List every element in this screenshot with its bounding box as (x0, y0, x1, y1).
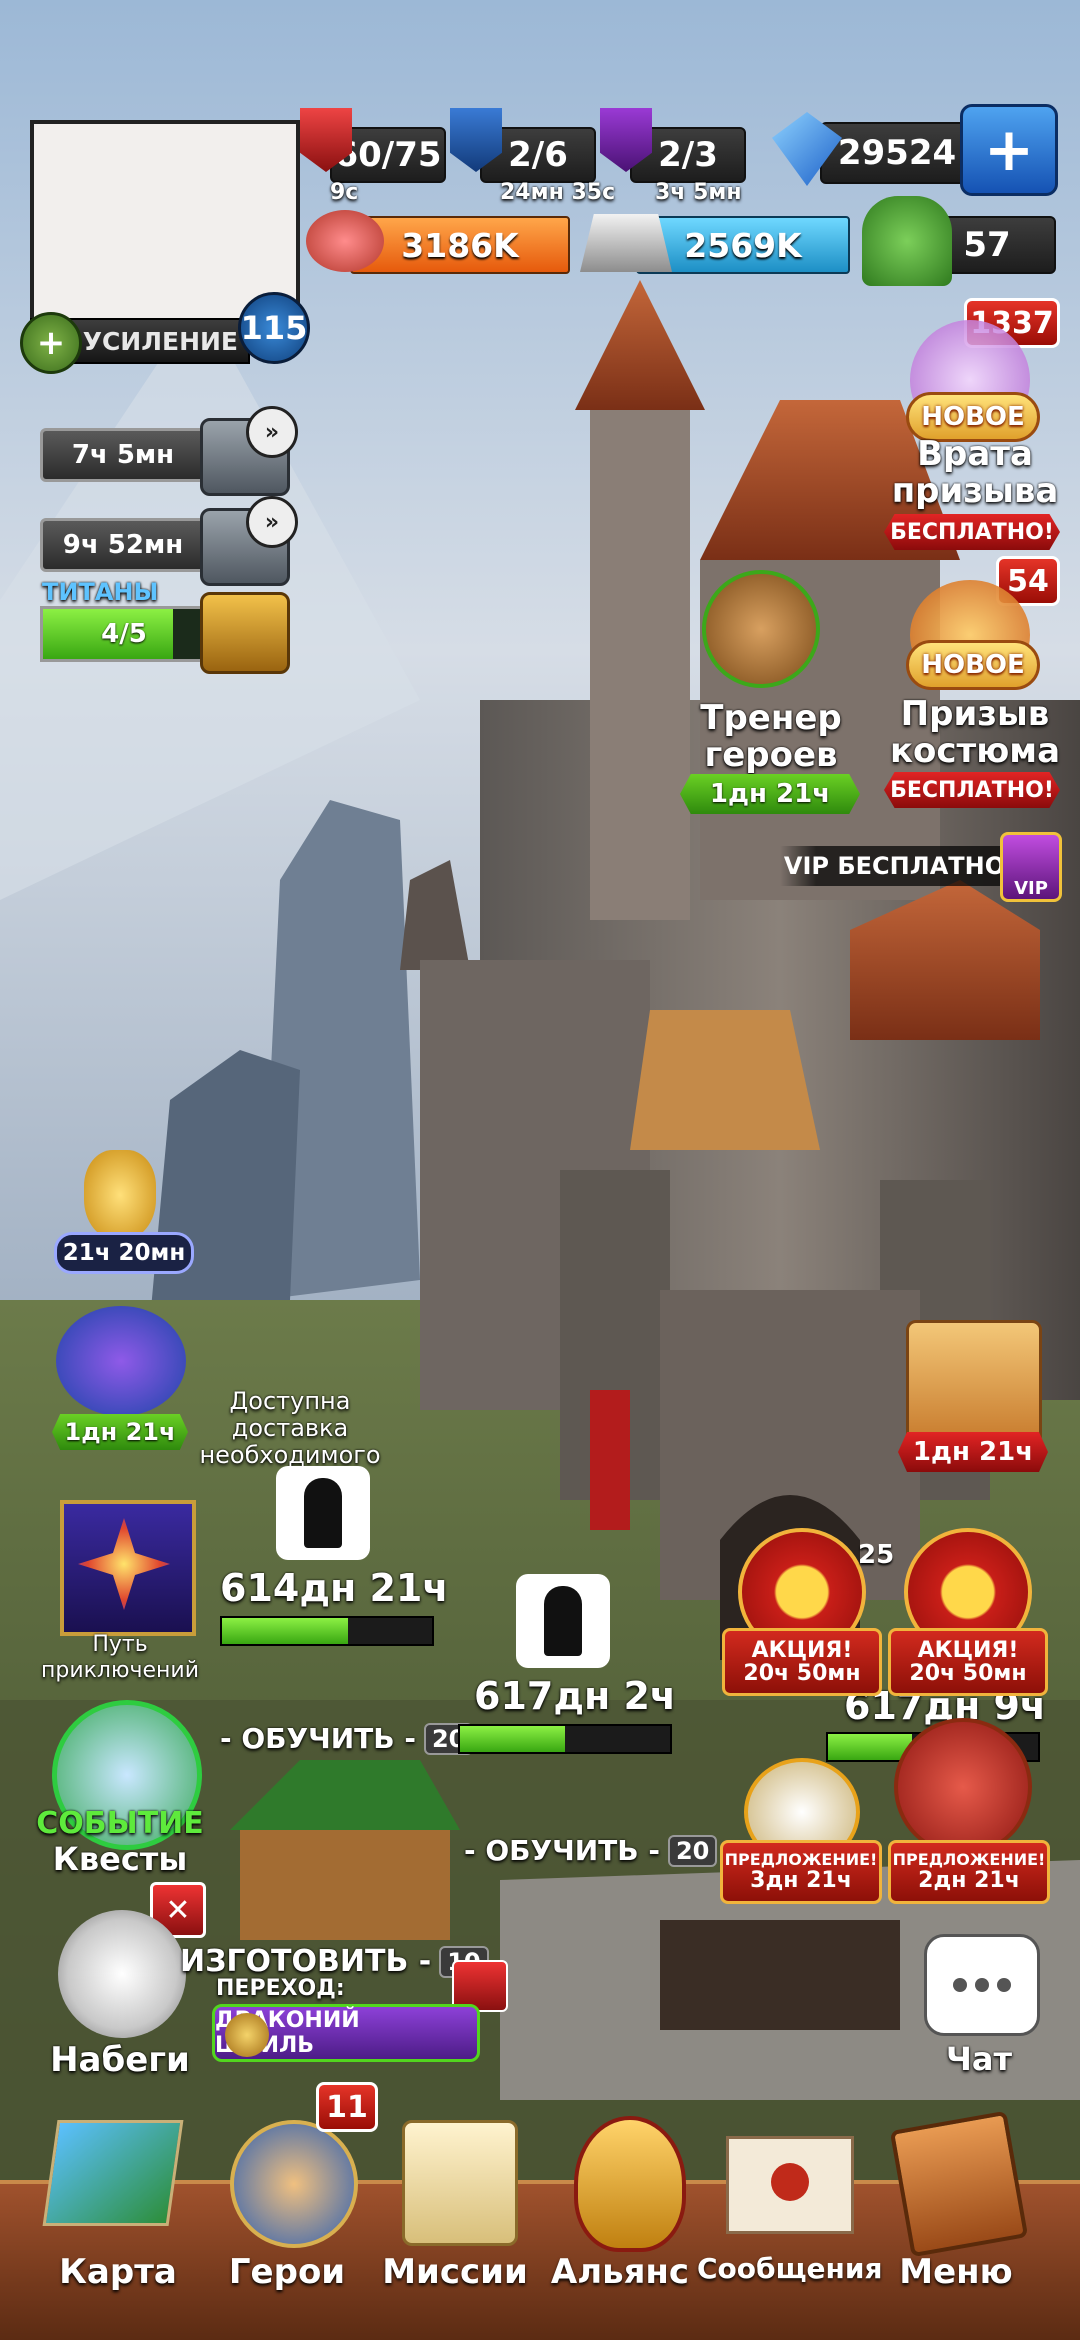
costume-title[interactable]: Призыв костюма (880, 696, 1070, 770)
vip-icon[interactable]: VIP (1000, 832, 1062, 902)
chat-label[interactable]: Чат (924, 2040, 1034, 2078)
camp2-progress-fill (460, 1726, 565, 1752)
chat-bubble-icon[interactable] (924, 1934, 1040, 2036)
heroes-badge: 11 (316, 2082, 378, 2132)
delivery-text[interactable]: Доступна доставка необходимого (175, 1388, 405, 1469)
meat-icon (306, 210, 384, 272)
quests-label[interactable]: Квесты (30, 1840, 210, 1878)
map-icon (42, 2120, 184, 2226)
goto-dragon-spire-button[interactable]: ДРАКОНИЙ ШПИЛЬ (212, 2004, 480, 2062)
fast-forward-icon-2[interactable]: » (246, 496, 298, 548)
chest-timer-1[interactable]: 7ч 5мн (40, 428, 206, 482)
player-level-badge: 115 (238, 292, 310, 364)
event-label[interactable]: СОБЫТИЕ (30, 1806, 210, 1841)
offer-button-1[interactable]: ПРЕДЛОЖЕНИЕ! 3дн 21ч (720, 1840, 882, 1904)
raids-label[interactable]: Набеги (30, 2040, 210, 2080)
nav-map-label[interactable]: Карта (28, 2252, 208, 2292)
craft-button[interactable]: ИЗГОТОВИТЬ - 10 (180, 1944, 489, 1979)
nav-menu-label[interactable]: Меню (866, 2252, 1046, 2292)
train-button-2[interactable]: - ОБУЧИТЬ - 20 (464, 1834, 718, 1867)
magic-tome-icon[interactable] (56, 1306, 186, 1416)
tome-timer[interactable]: 1дн 21ч (52, 1414, 188, 1450)
bounty-timer[interactable]: 21ч 20мн (54, 1232, 194, 1274)
summon-gate-title[interactable]: Врата призыва (880, 436, 1070, 510)
chest-timer-2[interactable]: 9ч 52мн (40, 518, 206, 572)
camp1-timer: 614дн 21ч (220, 1566, 449, 1610)
gold-chest-icon[interactable] (200, 592, 290, 674)
buy-gems-plus-button[interactable]: + (960, 104, 1058, 196)
nav-missions[interactable] (380, 2100, 530, 2250)
fast-forward-icon[interactable]: » (246, 406, 298, 458)
gold-trophy-icon[interactable] (84, 1150, 156, 1240)
speedup-timer[interactable]: 1дн 21ч (898, 1432, 1048, 1472)
nav-alliance[interactable] (550, 2100, 700, 2252)
hero-trainer-timer[interactable]: 1дн 21ч (680, 774, 860, 814)
skull-raids-icon[interactable] (58, 1910, 186, 2038)
nav-missions-label[interactable]: Миссии (365, 2252, 545, 2292)
book-icon (889, 2110, 1029, 2258)
compass-star-icon (78, 1518, 170, 1610)
recruits-icon (862, 196, 952, 286)
warrior-silhouette-icon-2[interactable] (516, 1574, 610, 1668)
raid-tickets-timer: 9с (330, 180, 359, 205)
dragon-head-icon (225, 2013, 269, 2057)
costume-free[interactable]: БЕСПЛАТНО! (884, 772, 1060, 808)
train-label-2: - ОБУЧИТЬ - (464, 1834, 660, 1867)
shield-offer-icon[interactable] (894, 1718, 1032, 1856)
costume-new-badge: НОВОЕ (906, 640, 1040, 690)
camp1-progress-fill (222, 1618, 348, 1644)
titans-progress-value: 4/5 (101, 619, 147, 649)
nav-menu[interactable] (880, 2100, 1030, 2258)
sale-button-1[interactable]: АКЦИЯ! 20ч 50мн (722, 1628, 882, 1696)
boost-label: УСИЛЕНИЕ (82, 326, 238, 356)
gems-counter[interactable]: 29524 (820, 122, 974, 184)
camp1-progress-bar (220, 1616, 434, 1646)
titans-progress-bar[interactable]: 4/5 (40, 606, 208, 662)
craft-label: ИЗГОТОВИТЬ - (180, 1944, 432, 1979)
camp2-progress-bar (458, 1724, 672, 1754)
warrior-silhouette-icon[interactable] (276, 1466, 370, 1560)
goto-label: ПЕРЕХОД: (216, 1976, 345, 2001)
train-cost-2: 20 (667, 1834, 718, 1867)
city-scene: УСИЛЕНИЕ + 115 60/75 9с 2/6 24мн 35с 2/3… (0, 0, 1080, 2340)
train-button-1[interactable]: - ОБУЧИТЬ - 20 (220, 1722, 474, 1755)
helmet-icon (574, 2116, 686, 2252)
dungeon-tickets-timer: 3ч 5мн (655, 180, 742, 205)
hero-trainer-title[interactable]: Тренер героев (676, 700, 866, 774)
nav-labels: Карта Герои Миссии Альянс Сообщения Меню (0, 2252, 1080, 2302)
sale-button-2[interactable]: АКЦИЯ! 20ч 50мн (888, 1628, 1048, 1696)
nav-heroes-label[interactable]: Герои (197, 2252, 377, 2292)
offer-button-2[interactable]: ПРЕДЛОЖЕНИЕ! 2дн 21ч (888, 1840, 1050, 1904)
adventure-path-icon[interactable] (60, 1500, 196, 1636)
adventure-path-label[interactable]: Путь приключений (30, 1632, 210, 1685)
camp3-progress-fill (828, 1734, 912, 1760)
nav-messages[interactable] (712, 2100, 862, 2250)
iron-ingot-icon (580, 214, 672, 272)
camp2-timer: 617дн 2ч (474, 1674, 677, 1718)
avatar-redaction (34, 124, 296, 324)
sale1-count: 25 (858, 1540, 895, 1570)
speedup-ticket-icon[interactable] (906, 1320, 1042, 1446)
boost-plus-icon[interactable]: + (20, 312, 82, 374)
nav-messages-label[interactable]: Сообщения (697, 2252, 882, 2285)
vip-free-button[interactable]: VIP БЕСПЛАТНО! (780, 846, 1020, 886)
nav-alliance-label[interactable]: Альянс (530, 2252, 710, 2292)
scroll-icon (402, 2120, 518, 2246)
heroes-icon (230, 2120, 358, 2248)
titans-label: ТИТАНЫ (42, 578, 159, 606)
train-label-1: - ОБУЧИТЬ - (220, 1722, 416, 1755)
envelope-icon (726, 2136, 854, 2234)
pvp-tickets-timer: 24мн 35с (500, 180, 616, 205)
summon-gate-free[interactable]: БЕСПЛАТНО! (884, 514, 1060, 550)
nav-map[interactable] (30, 2100, 184, 2250)
dumbbell-icon[interactable] (702, 570, 820, 688)
